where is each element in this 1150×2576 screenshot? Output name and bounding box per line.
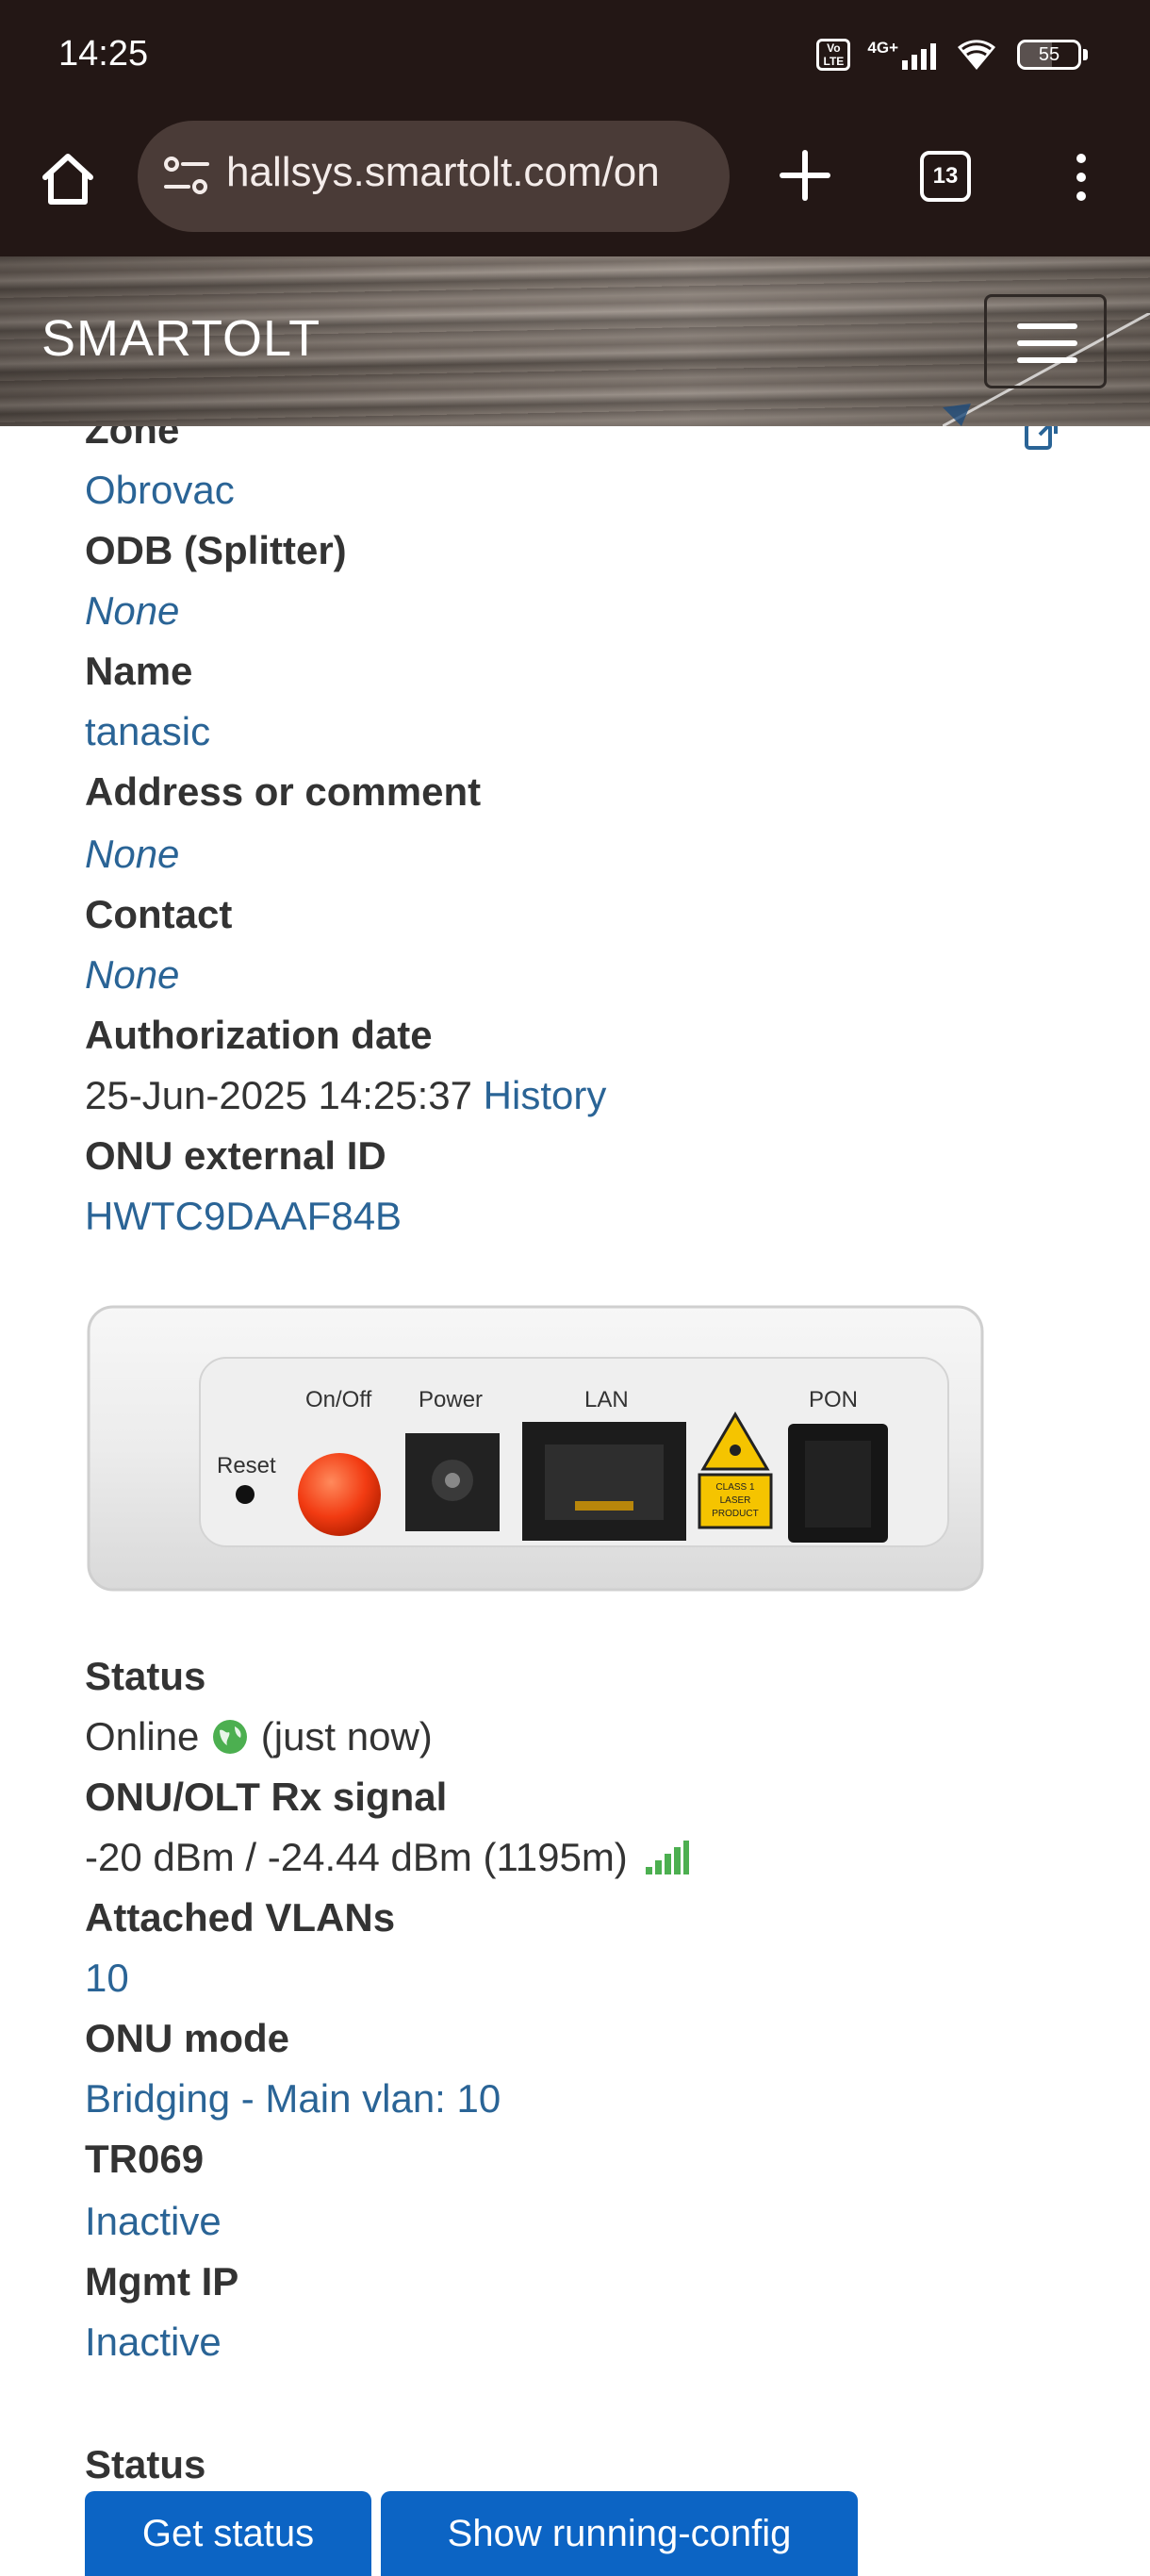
vlans-value-link[interactable]: 10: [85, 1956, 129, 2001]
brand-logo[interactable]: SMARTOLT: [41, 309, 320, 368]
power-port-label: Power: [419, 1387, 483, 1412]
contact-label: Contact: [85, 892, 233, 936]
system-status-bar: 14:25 Vo LTE 4G+ 55: [0, 0, 1150, 115]
pon-port-label: PON: [809, 1387, 858, 1412]
status-value: Online: [85, 1714, 200, 1759]
show-running-config-button[interactable]: Show running-config: [381, 2491, 858, 2576]
laser-text-2: LASER: [720, 1495, 751, 1506]
name-value-link[interactable]: tanasic: [85, 709, 210, 754]
cell-signal-icon: 4G+: [867, 40, 936, 70]
onu-device-image: Reset On/Off Power LAN CLASS 1 LASER PRO…: [87, 1305, 984, 1592]
url-text[interactable]: hallsys.smartolt.com/on: [226, 149, 716, 196]
address-value-link[interactable]: None: [85, 832, 179, 877]
vlans-label: Attached VLANs: [85, 1895, 396, 1940]
online-globe-icon: [213, 1720, 248, 1754]
volte-icon: Vo LTE: [816, 39, 851, 71]
name-label: Name: [85, 649, 193, 693]
actions-status-label: Status: [85, 2442, 206, 2486]
address-bar[interactable]: hallsys.smartolt.com/on: [138, 121, 730, 232]
site-settings-icon[interactable]: [162, 155, 211, 198]
mgmt-ip-value-link[interactable]: Inactive: [85, 2320, 222, 2365]
mgmt-ip-label: Mgmt IP: [85, 2259, 239, 2304]
more-options-icon[interactable]: [1065, 151, 1097, 204]
odb-value-link[interactable]: None: [85, 588, 179, 634]
laser-text-1: CLASS 1: [715, 1482, 755, 1493]
tr069-label: TR069: [85, 2137, 205, 2181]
battery-icon: 55: [1017, 40, 1088, 70]
clock: 14:25: [58, 34, 149, 74]
home-icon[interactable]: [38, 149, 98, 209]
authorization-date-label: Authorization date: [85, 1013, 433, 1057]
tr069-value-link[interactable]: Inactive: [85, 2199, 222, 2244]
external-id-value-link[interactable]: HWTC9DAAF84B: [85, 1194, 402, 1239]
wifi-icon: [958, 40, 995, 70]
nav-menu-button[interactable]: [984, 294, 1107, 388]
volte-label: Vo LTE: [823, 41, 845, 68]
onu-mode-label: ONU mode: [85, 2016, 290, 2060]
signal-label: ONU/OLT Rx signal: [85, 1775, 448, 1819]
browser-toolbar: hallsys.smartolt.com/on 13: [0, 115, 1150, 256]
app-header: SMARTOLT: [0, 256, 1150, 426]
contact-value-link[interactable]: None: [85, 952, 179, 998]
tab-switcher-button[interactable]: 13: [920, 151, 971, 202]
reset-port-label: Reset: [217, 1453, 276, 1478]
status-time: (just now): [260, 1714, 433, 1759]
authorization-date-row: 25-Jun-2025 14:25:37 History: [85, 1073, 606, 1118]
external-id-label: ONU external ID: [85, 1133, 386, 1178]
lan-port-label: LAN: [584, 1387, 629, 1412]
status-label: Status: [85, 1654, 206, 1698]
status-row: Online (just now): [85, 1714, 433, 1759]
laser-text-3: PRODUCT: [712, 1509, 758, 1519]
signal-value: -20 dBm / -24.44 dBm (1195m): [85, 1835, 628, 1879]
onu-mode-value-link[interactable]: Bridging - Main vlan: 10: [85, 2076, 501, 2122]
history-link[interactable]: History: [484, 1073, 607, 1117]
network-type-label: 4G+: [867, 39, 898, 57]
authorization-date-value: 25-Jun-2025 14:25:37: [85, 1073, 472, 1117]
zone-value-link[interactable]: Obrovac: [85, 468, 235, 513]
system-icons: Vo LTE 4G+ 55: [816, 36, 1088, 74]
onoff-port-label: On/Off: [305, 1387, 372, 1412]
new-tab-icon[interactable]: [779, 149, 831, 202]
get-status-button[interactable]: Get status: [85, 2491, 371, 2576]
signal-strength-icon: [646, 1841, 690, 1874]
odb-label: ODB (Splitter): [85, 528, 347, 572]
address-label: Address or comment: [85, 769, 482, 814]
battery-level: 55: [1038, 44, 1060, 65]
signal-row: -20 dBm / -24.44 dBm (1195m): [85, 1835, 690, 1880]
